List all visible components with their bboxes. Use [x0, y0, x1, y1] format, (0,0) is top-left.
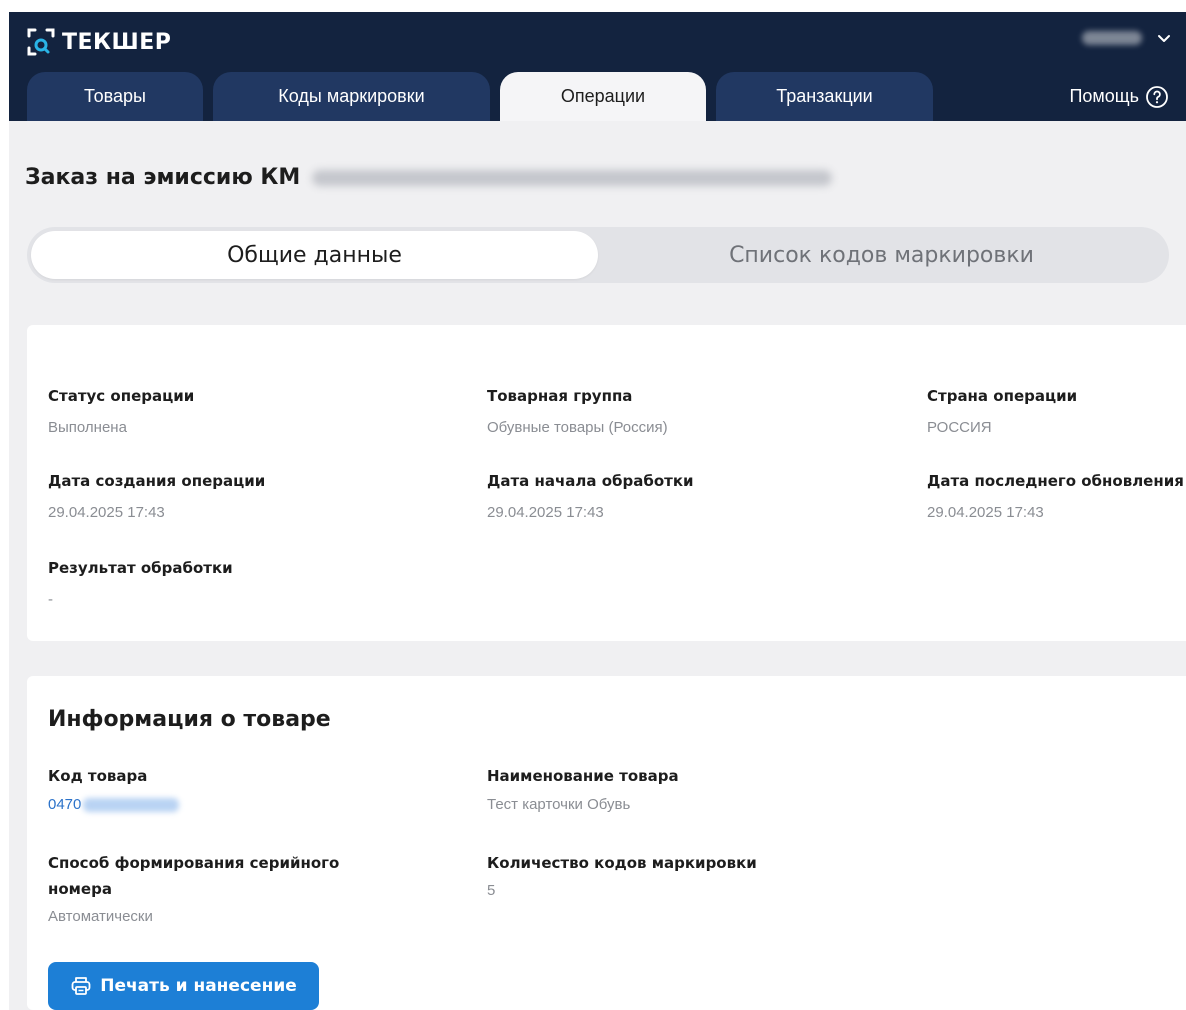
field-label: Страна операции	[927, 387, 1078, 405]
field-codes-count: Количество кодов маркировки 5	[487, 850, 757, 899]
page-title: Заказ на эмиссию КМ	[25, 165, 301, 190]
subtab-general[interactable]: Общие данные	[31, 231, 598, 279]
field-value: 29.04.2025 17:43	[487, 504, 604, 521]
field-created-date: Дата создания операции 29.04.2025 17:43	[48, 471, 265, 521]
field-value: 29.04.2025 17:43	[927, 504, 1044, 521]
user-menu[interactable]	[1082, 25, 1172, 51]
tab-marking-codes[interactable]: Коды маркировки	[213, 72, 490, 121]
brand-logo[interactable]: ТЕКШЕР	[26, 27, 171, 57]
print-and-apply-button[interactable]: Печать и нанесение	[48, 962, 319, 1010]
field-value: 5	[487, 882, 496, 899]
product-code-value: 0470	[48, 796, 82, 813]
field-value: -	[48, 591, 53, 608]
field-value: Автоматически	[48, 908, 153, 925]
operation-id-hidden	[312, 169, 833, 186]
field-last-update: Дата последнего обновления 29.04.2025 17…	[927, 471, 1184, 521]
field-label: Статус операции	[48, 387, 195, 405]
print-button-label: Печать и нанесение	[100, 976, 297, 996]
question-circle-icon	[1146, 85, 1168, 108]
detail-tabs: Общие данные Список кодов маркировки	[27, 227, 1169, 283]
field-label: Результат обработки	[48, 559, 233, 577]
field-label: Наименование товара	[487, 767, 679, 785]
page-heading: Заказ на эмиссию КМ	[25, 165, 833, 190]
tab-transactions[interactable]: Транзакции	[716, 72, 933, 121]
field-label: Дата начала обработки	[487, 472, 694, 490]
field-status: Статус операции Выполнена	[48, 386, 194, 436]
field-label: Дата последнего обновления	[927, 472, 1184, 490]
field-label: Количество кодов маркировки	[487, 854, 757, 872]
subtab-codes-list-label: Список кодов маркировки	[729, 242, 1034, 268]
chevron-down-icon[interactable]	[1156, 30, 1172, 46]
field-product-name: Наименование товара Тест карточки Обувь	[487, 766, 679, 813]
subtab-general-label: Общие данные	[227, 242, 402, 268]
printer-icon	[71, 977, 91, 995]
field-label: Способ формирования серийного номера	[48, 854, 340, 898]
tab-operations-label: Операции	[560, 86, 646, 106]
product-code-link[interactable]: 0470	[48, 796, 180, 813]
field-value: Выполнена	[48, 419, 127, 436]
general-info-card: Статус операции Выполнена Товарная групп…	[27, 325, 1186, 641]
help-label: Помощь	[1069, 86, 1139, 106]
brand-name: ТЕКШЕР	[62, 29, 172, 55]
tab-products[interactable]: Товары	[27, 72, 203, 121]
field-label: Дата создания операции	[48, 472, 266, 490]
tab-products-label: Товары	[84, 86, 146, 106]
section-title: Информация о товаре	[48, 707, 331, 732]
field-value: РОССИЯ	[927, 419, 992, 436]
field-value: Обувные товары (Россия)	[487, 419, 668, 436]
field-product-code: Код товара 0470	[48, 766, 180, 813]
field-serial-method: Способ формирования серийного номера Авт…	[48, 850, 378, 925]
field-processing-result: Результат обработки -	[48, 558, 233, 608]
field-product-group: Товарная группа Обувные товары (Россия)	[487, 386, 668, 436]
tab-transactions-label: Транзакции	[776, 86, 873, 106]
field-value: 29.04.2025 17:43	[48, 504, 165, 521]
tab-operations[interactable]: Операции	[500, 72, 706, 121]
search-bracket-icon	[27, 28, 55, 56]
field-label: Код товара	[48, 767, 148, 785]
tab-marking-codes-label: Коды маркировки	[278, 86, 425, 106]
app-window: ТЕКШЕР Товары Коды маркировки Операции Т…	[9, 12, 1186, 1010]
field-processing-start: Дата начала обработки 29.04.2025 17:43	[487, 471, 694, 521]
product-code-hidden	[83, 797, 180, 812]
subtab-codes-list[interactable]: Список кодов маркировки	[598, 231, 1165, 279]
top-header: ТЕКШЕР Товары Коды маркировки Операции Т…	[9, 12, 1186, 121]
field-label: Товарная группа	[487, 387, 633, 405]
field-value: Тест карточки Обувь	[487, 796, 631, 813]
product-info-card: Информация о товаре Код товара 0470 Наим…	[27, 676, 1186, 1010]
user-name-hidden	[1082, 31, 1142, 45]
field-country: Страна операции РОССИЯ	[927, 386, 1077, 436]
main-nav-tabs: Товары Коды маркировки Операции Транзакц…	[9, 72, 1186, 121]
help-link[interactable]: Помощь	[1069, 72, 1169, 121]
